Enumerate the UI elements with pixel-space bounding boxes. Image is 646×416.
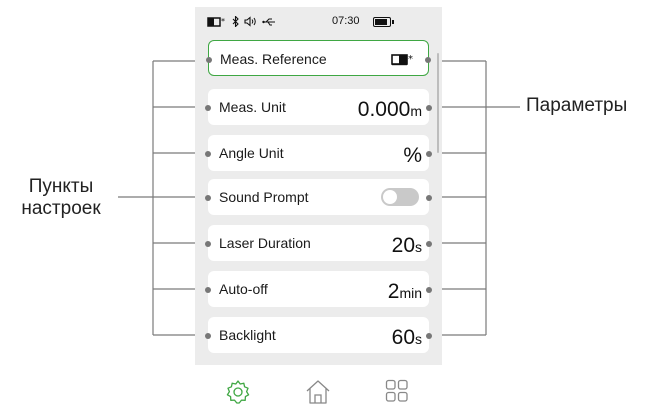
setting-label: Sound Prompt [219,189,309,205]
settings-gear-icon[interactable] [225,379,251,410]
setting-value: 20s [392,235,422,256]
callout-left-line1: Пункты [28,176,94,197]
home-icon[interactable] [304,379,332,410]
svg-text:*: * [221,17,225,26]
setting-row-backlight[interactable]: Backlight 60s [205,317,432,353]
callout-settings-items: Пункты настроек [5,176,117,220]
toggle-knob [383,190,397,204]
scrollbar[interactable] [437,53,439,153]
row-connector-dot [205,151,211,157]
status-time: 07:30 [332,15,360,27]
setting-label: Angle Unit [219,145,284,161]
value-unit: min [399,285,422,301]
setting-label: Meas. Unit [219,99,286,115]
value-number: 20 [391,234,415,257]
callout-left-line2: настроек [21,198,101,219]
setting-value: 0.000m [358,99,422,120]
setting-row-laser-duration[interactable]: Laser Duration 20s [205,225,432,261]
row-connector-dot [425,57,431,63]
row-connector-dot [205,333,211,339]
laser-rear-reference-icon: * [391,53,415,71]
setting-row-sound-prompt[interactable]: Sound Prompt [205,179,432,215]
setting-row-meas-reference[interactable]: Meas. Reference * [206,40,431,76]
row-connector-dot [205,241,211,247]
value-unit: s [415,239,422,255]
value-number: 60 [391,326,415,349]
row-connector-dot [426,105,432,111]
status-icons: * [207,15,276,31]
setting-row-meas-unit[interactable]: Meas. Unit 0.000m [205,89,432,125]
setting-row-angle-unit[interactable]: Angle Unit % [205,135,432,171]
setting-value: % [403,145,422,166]
setting-label: Laser Duration [219,235,311,251]
sound-icon [244,16,257,30]
row-connector-dot [205,287,211,293]
setting-value: 60s [392,327,422,348]
row-connector-dot [426,151,432,157]
status-bar: * 07:30 [195,7,442,37]
row-connector-dot [426,333,432,339]
row-connector-dot [205,195,211,201]
row-connector-dot [426,241,432,247]
row-connector-dot [426,287,432,293]
value-number: 2 [387,280,400,303]
battery-icon [373,17,394,27]
row-connector-dot [205,105,211,111]
setting-row-auto-off[interactable]: Auto-off 2min [205,271,432,307]
svg-text:*: * [408,54,413,65]
bottom-navigation [195,365,442,416]
apps-grid-icon[interactable] [385,379,409,408]
value-number: 0.000 [357,98,411,121]
device-screen: * 07:30 Meas. Reference * Meas. Unit 0.0… [195,7,442,416]
callout-parameters: Параметры [526,95,628,116]
setting-label: Backlight [219,327,276,343]
setting-label: Meas. Reference [220,51,327,67]
row-connector-dot [426,195,432,201]
value-number: % [403,144,422,167]
bluetooth-icon [232,15,239,30]
row-connector-dot [206,57,212,63]
usb-icon [262,17,276,30]
sound-prompt-toggle[interactable] [381,188,419,206]
value-unit: m [410,103,422,119]
setting-label: Auto-off [219,281,268,297]
value-unit: s [415,331,422,347]
laser-reference-icon: * [207,16,227,31]
setting-value: 2min [388,281,422,302]
